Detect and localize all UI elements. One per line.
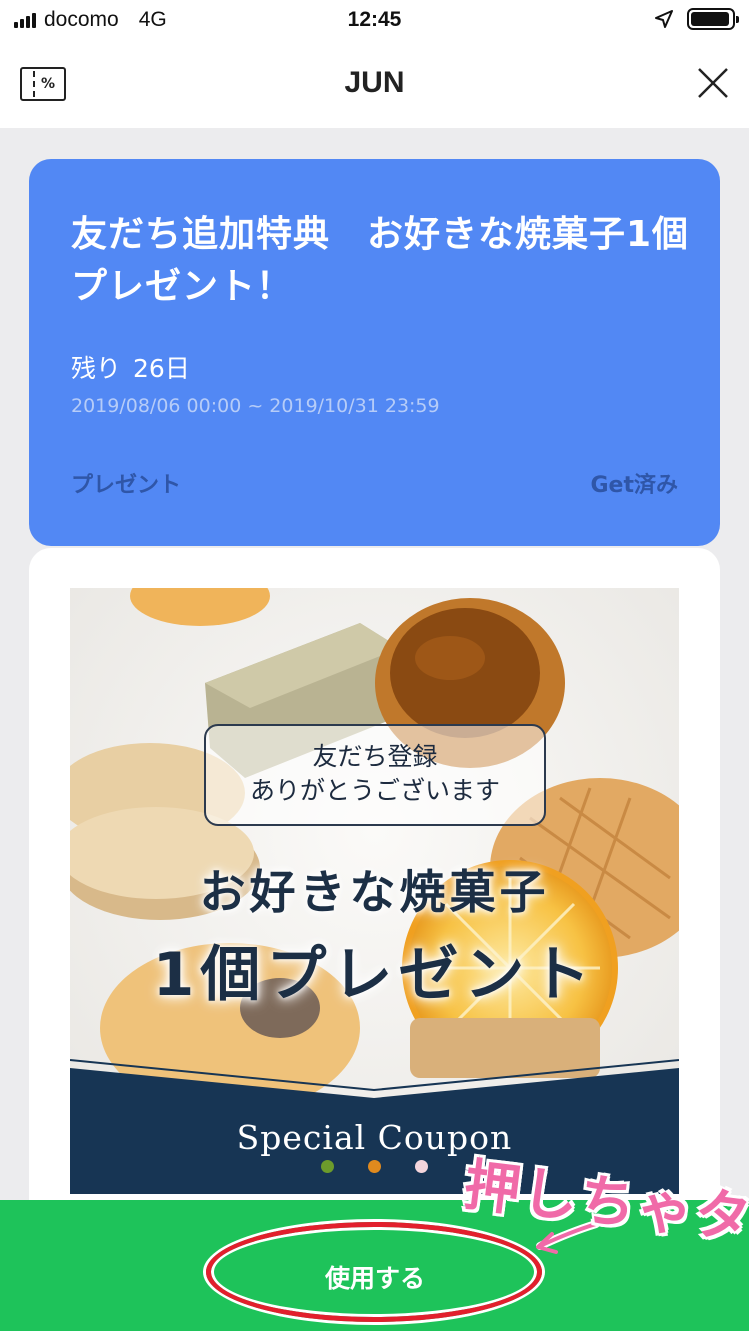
status-right (655, 8, 739, 30)
image-headline-1: お好きな焼菓子 (199, 865, 550, 919)
battery-level (691, 12, 729, 26)
coupon-title: 友だち追加特典 お好きな焼菓子1個プレゼント！ (71, 214, 690, 307)
status-bar: docomo 4G 12:45 (0, 0, 749, 40)
dot-3 (415, 1160, 428, 1173)
status-time: 12:45 (347, 8, 402, 31)
dot-1 (321, 1160, 334, 1173)
remaining-period: 残り 26日 (71, 349, 190, 385)
validity-period: 2019/08/06 00:00 ~ 2019/10/31 23:59 (71, 395, 440, 417)
use-coupon-button[interactable]: 使用する (230, 1236, 520, 1318)
thanks-bubble: 友だち登録 ありがとうございます (204, 724, 546, 826)
thanks-line-1: 友だち登録 (312, 742, 438, 771)
special-coupon-label: Special Coupon (236, 1118, 513, 1157)
location-icon (655, 10, 673, 28)
remaining-days: 26日 (133, 354, 190, 383)
image-headline-2: 1個プレゼント (152, 940, 597, 1010)
coupon-image: 友だち登録 ありがとうございます お好きな焼菓子 1個プレゼント Special… (70, 588, 679, 1194)
coupon-category: プレゼント (71, 473, 182, 498)
close-icon[interactable] (695, 65, 731, 101)
page-title: JUN (344, 66, 405, 99)
dot-2 (368, 1160, 381, 1173)
get-status-badge: Get済み (590, 473, 679, 498)
coupon-header-card: 友だち追加特典 お好きな焼菓子1個プレゼント！ 残り 26日 2019/08/06… (29, 159, 720, 546)
thanks-line-2: ありがとうございます (249, 776, 500, 805)
battery-icon (687, 8, 739, 30)
nav-bar: % JUN (0, 40, 749, 128)
remaining-label: 残り (71, 354, 122, 383)
